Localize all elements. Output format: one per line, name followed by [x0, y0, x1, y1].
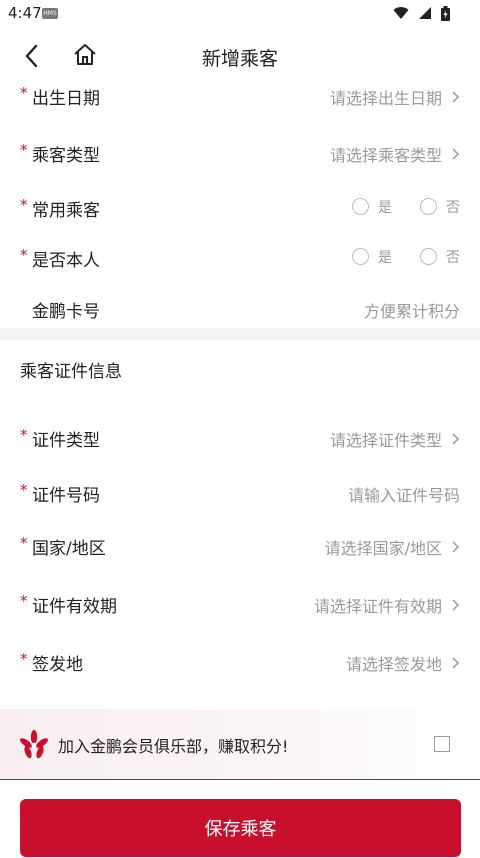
country-label: 国家/地区: [32, 539, 106, 559]
membership-promo-banner: 加入金鹏会员俱乐部，赚取积分!: [0, 709, 480, 780]
chevron-right-icon: [452, 91, 460, 103]
doc-number-row[interactable]: * 证件号码 请输入证件号码: [0, 469, 480, 519]
required-star: *: [20, 650, 28, 668]
doc-type-placeholder: 请选择证件类型: [329, 431, 442, 450]
self-radio-group: 是 否: [352, 246, 462, 270]
save-passenger-button[interactable]: 保存乘客: [20, 799, 461, 857]
passenger-type-label: 乘客类型: [32, 146, 100, 166]
doc-type-row[interactable]: * 证件类型 请选择证件类型: [0, 414, 480, 464]
radio-circle-icon: [352, 198, 369, 215]
birth-date-placeholder: 请选择出生日期: [329, 89, 442, 108]
required-star: *: [20, 592, 28, 610]
radio-circle-icon: [352, 248, 369, 265]
required-star: *: [20, 84, 28, 102]
chevron-right-icon: [452, 599, 460, 611]
required-star: *: [20, 141, 28, 159]
battery-icon: [441, 6, 450, 21]
self-passenger-label: 是否本人: [32, 251, 100, 271]
passenger-type-row[interactable]: * 乘客类型 请选择乘客类型: [0, 129, 480, 179]
expiry-label: 证件有效期: [32, 597, 117, 617]
radio-yes-label: 是: [378, 250, 392, 266]
chevron-right-icon: [452, 433, 460, 445]
required-star: *: [20, 196, 28, 214]
document-info-section: * 证件类型 请选择证件类型 * 证件号码 请输入证件号码 * 国家/地区 请选…: [0, 400, 480, 705]
passenger-info-section: * 出生日期 请选择出生日期 * 乘客类型 请选择乘客类型 * 常用乘客 是 否…: [0, 84, 480, 328]
wifi-icon: [393, 7, 409, 20]
status-time: 4:47: [8, 4, 42, 22]
birth-date-label: 出生日期: [32, 89, 100, 109]
frequent-passenger-row: * 常用乘客 是 否: [0, 184, 480, 234]
chevron-right-icon: [452, 148, 460, 160]
required-star: *: [20, 426, 28, 444]
doc-type-label: 证件类型: [32, 431, 100, 451]
issue-place-label: 签发地: [32, 655, 83, 675]
frequent-radio-group: 是 否: [352, 196, 462, 220]
required-star: *: [20, 246, 28, 264]
self-passenger-row: * 是否本人 是 否: [0, 234, 480, 284]
signal-icon: [418, 7, 431, 19]
status-bar: 4:47 HMS: [0, 0, 480, 28]
required-star: *: [20, 481, 28, 499]
status-icons: [389, 6, 450, 22]
document-section-header: 乘客证件信息: [0, 340, 480, 400]
card-number-input[interactable]: 方便累计积分: [364, 298, 460, 322]
radio-circle-icon: [420, 198, 437, 215]
issue-place-row[interactable]: * 签发地 请选择签发地: [0, 638, 480, 688]
promo-text: 加入金鹏会员俱乐部，赚取积分!: [58, 737, 289, 756]
radio-no-label: 否: [446, 200, 460, 216]
required-star: *: [20, 534, 28, 552]
page-title: 新增乘客: [201, 48, 278, 70]
country-row[interactable]: * 国家/地区 请选择国家/地区: [0, 522, 480, 572]
doc-number-label: 证件号码: [32, 486, 100, 506]
doc-number-input[interactable]: 请输入证件号码: [348, 482, 460, 506]
document-section-title: 乘客证件信息: [20, 362, 122, 382]
country-placeholder: 请选择国家/地区: [324, 539, 442, 558]
expiry-placeholder: 请选择证件有效期: [313, 597, 442, 616]
radio-circle-icon: [420, 248, 437, 265]
frequent-passenger-label: 常用乘客: [32, 201, 100, 221]
chevron-right-icon: [452, 657, 460, 669]
expiry-row[interactable]: * 证件有效期 请选择证件有效期: [0, 580, 480, 630]
card-number-label: 金鹏卡号: [32, 302, 100, 322]
section-divider: [0, 328, 480, 340]
radio-yes-label: 是: [378, 200, 392, 216]
birth-date-row[interactable]: * 出生日期 请选择出生日期: [0, 72, 480, 122]
hms-badge: HMS: [42, 8, 58, 19]
passenger-type-placeholder: 请选择乘客类型: [329, 146, 442, 165]
chevron-right-icon: [452, 541, 460, 553]
radio-no-label: 否: [446, 250, 460, 266]
issue-place-placeholder: 请选择签发地: [345, 655, 442, 674]
bauhinia-logo-icon: [20, 730, 48, 759]
join-club-checkbox[interactable]: [434, 736, 450, 752]
